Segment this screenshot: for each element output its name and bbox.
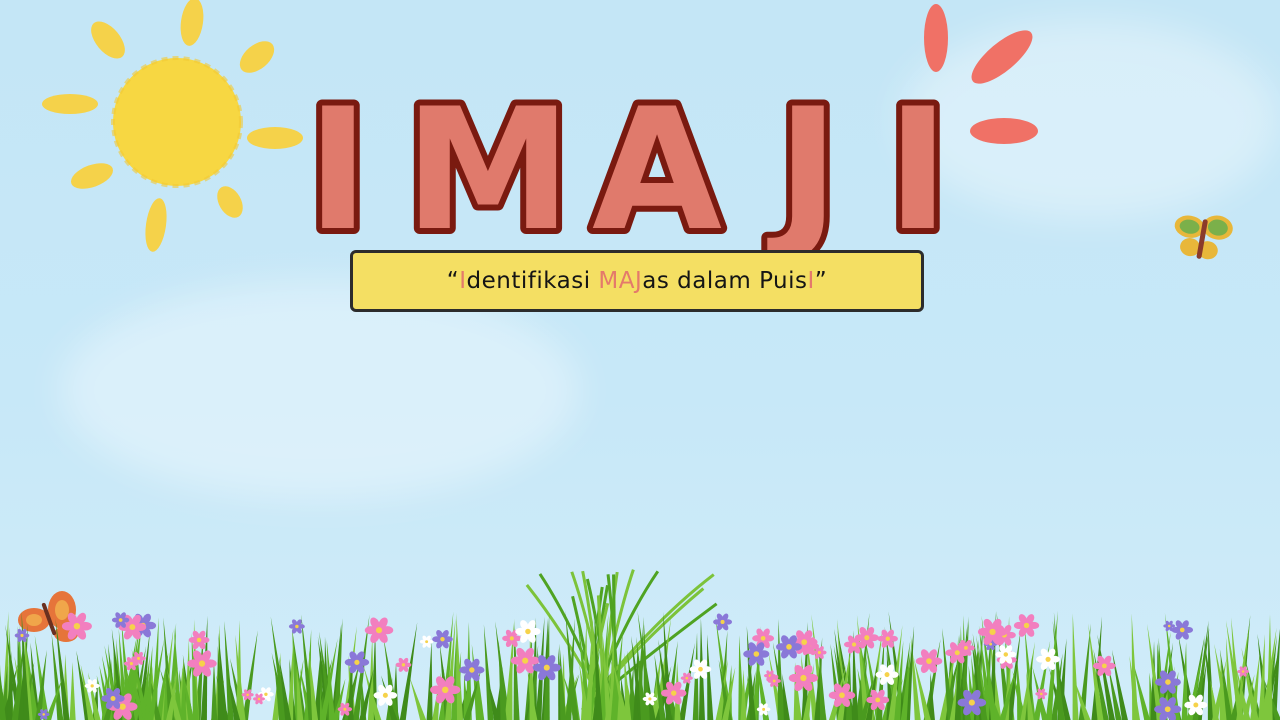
subtitle-box: “Identifikasi MAJas dalam PuisI” — [350, 250, 924, 312]
flower-icon — [1171, 620, 1194, 640]
grass-blade — [409, 678, 427, 720]
subtitle-part-highlight: I — [807, 268, 815, 294]
sun-icon — [42, 0, 303, 252]
title-letter-A: A — [592, 80, 722, 250]
title-letter-I: I — [307, 80, 370, 250]
grass-blade — [1072, 613, 1079, 720]
grass-blade — [1181, 641, 1188, 720]
grass-meadow — [0, 569, 1280, 720]
grass-blade — [707, 634, 714, 720]
flower-icon — [61, 612, 92, 640]
flower-icon — [364, 617, 394, 643]
page-title: I M A J I — [300, 80, 960, 250]
cloud — [60, 280, 580, 500]
grass-blade — [242, 630, 258, 720]
grass-blade — [777, 618, 784, 720]
title-letter-I2: I — [887, 80, 950, 250]
slide-scene: I M A J I “Identifikasi MAJas dalam Puis… — [0, 0, 1280, 720]
subtitle-text: “Identifikasi MAJas dalam PuisI” — [447, 268, 827, 294]
sun-disc — [113, 58, 241, 186]
butterfly-icon — [1174, 215, 1233, 260]
title-letter-J: J — [767, 80, 840, 250]
flower-icon — [1013, 614, 1040, 637]
grass-blade — [1078, 623, 1091, 720]
grass-blade — [69, 662, 76, 720]
subtitle-part-highlight: I — [459, 268, 467, 294]
subtitle-part: dentifikasi — [466, 268, 599, 294]
subtitle-part: “ — [446, 268, 460, 294]
flower-icon — [459, 658, 485, 682]
grass-blade — [399, 621, 418, 720]
subtitle-part: as dalam Puis — [642, 268, 808, 294]
grass-blade — [426, 641, 433, 720]
title-letter-M: M — [404, 80, 571, 250]
subtitle-part: ” — [814, 268, 828, 294]
subtitle-part-highlight: MAJ — [598, 268, 643, 294]
flower-icon — [713, 613, 733, 631]
